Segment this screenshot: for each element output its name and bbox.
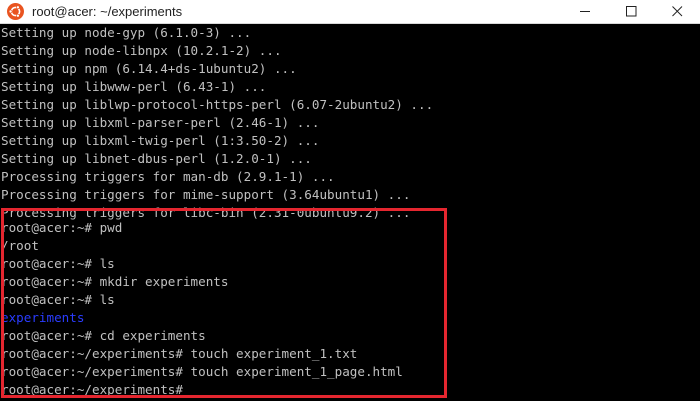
terminal-window: root@acer: ~/experiments Setting up node… (0, 0, 700, 401)
minimize-icon (580, 11, 590, 12)
output-line: Setting up libxml-twig-perl (1:3.50-2) .… (1, 133, 320, 148)
output-line: Setting up liblwp-protocol-https-perl (6… (1, 97, 434, 112)
output-line: Setting up node-gyp (6.1.0-3) ... (1, 25, 252, 40)
close-icon (672, 6, 683, 17)
maximize-button[interactable] (608, 0, 654, 23)
output-line: Processing triggers for mime-support (3.… (1, 187, 411, 202)
minimize-button[interactable] (562, 0, 608, 23)
highlight-box (1, 208, 447, 398)
output-line: Setting up npm (6.14.4+ds-1ubuntu2) ... (1, 61, 297, 76)
output-line: Setting up libnet-dbus-perl (1.2.0-1) ..… (1, 151, 312, 166)
ubuntu-icon[interactable] (7, 3, 24, 20)
window-title: root@acer: ~/experiments (32, 4, 183, 19)
output-line: Setting up libxml-parser-perl (2.46-1) .… (1, 115, 320, 130)
output-line: Setting up node-libnpx (10.2.1-2) ... (1, 43, 282, 58)
output-line: Processing triggers for man-db (2.9.1-1)… (1, 169, 335, 184)
title-bar[interactable]: root@acer: ~/experiments (0, 0, 700, 24)
vertical-scrollbar[interactable] (696, 24, 700, 401)
close-button[interactable] (654, 0, 700, 23)
output-line: Setting up libwww-perl (6.43-1) ... (1, 79, 267, 94)
maximize-icon (626, 6, 637, 17)
